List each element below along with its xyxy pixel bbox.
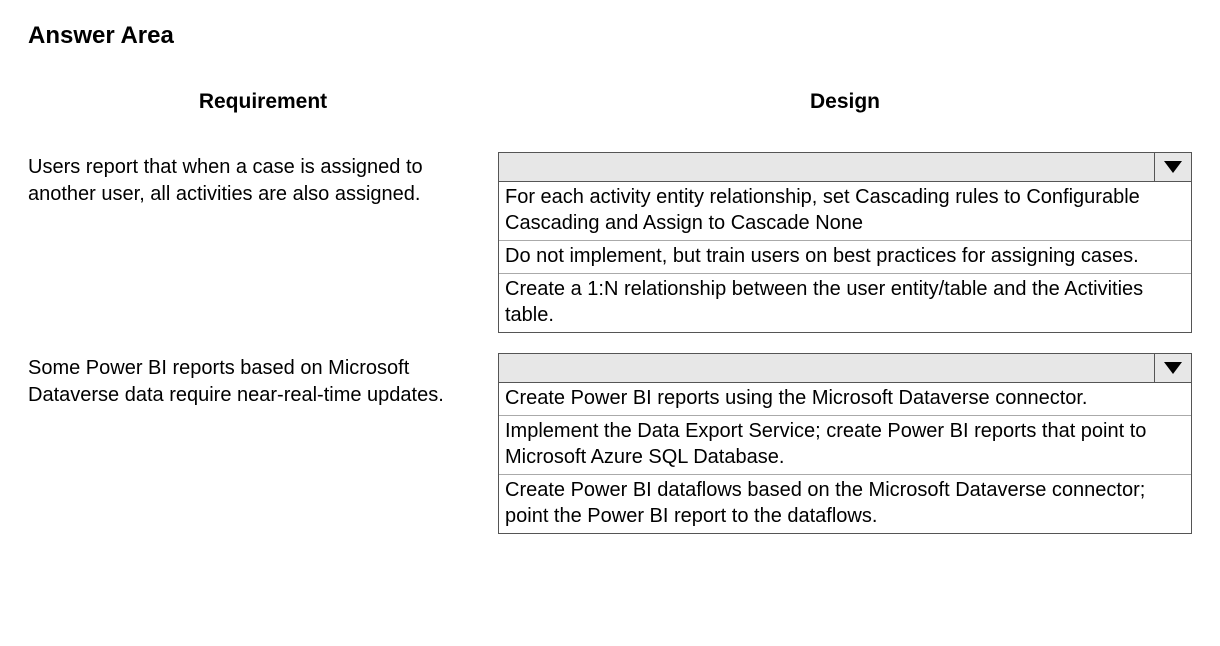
dropdown-toggle[interactable] xyxy=(1154,153,1191,181)
dropdown-option[interactable]: For each activity entity relationship, s… xyxy=(499,182,1191,240)
requirement-text: Some Power BI reports based on Microsoft… xyxy=(28,353,498,409)
dropdown-option[interactable]: Create Power BI reports using the Micros… xyxy=(499,383,1191,415)
page-title: Answer Area xyxy=(28,22,1192,50)
answer-row: Users report that when a case is assigne… xyxy=(28,152,1192,333)
design-dropdown[interactable] xyxy=(498,152,1192,182)
column-headers: Requirement Design xyxy=(28,90,1192,114)
header-requirement: Requirement xyxy=(28,90,498,114)
requirement-text: Users report that when a case is assigne… xyxy=(28,152,498,208)
header-design: Design xyxy=(498,90,1192,114)
dropdown-option[interactable]: Create Power BI dataflows based on the M… xyxy=(499,474,1191,533)
design-cell: Create Power BI reports using the Micros… xyxy=(498,353,1192,534)
answer-row: Some Power BI reports based on Microsoft… xyxy=(28,353,1192,534)
dropdown-options-list: Create Power BI reports using the Micros… xyxy=(498,383,1192,534)
chevron-down-icon xyxy=(1164,362,1182,374)
chevron-down-icon xyxy=(1164,161,1182,173)
dropdown-option[interactable]: Do not implement, but train users on bes… xyxy=(499,240,1191,273)
dropdown-options-list: For each activity entity relationship, s… xyxy=(498,182,1192,333)
design-cell: For each activity entity relationship, s… xyxy=(498,152,1192,333)
dropdown-toggle[interactable] xyxy=(1154,354,1191,382)
dropdown-option[interactable]: Create a 1:N relationship between the us… xyxy=(499,273,1191,332)
design-dropdown[interactable] xyxy=(498,353,1192,383)
dropdown-option[interactable]: Implement the Data Export Service; creat… xyxy=(499,415,1191,474)
